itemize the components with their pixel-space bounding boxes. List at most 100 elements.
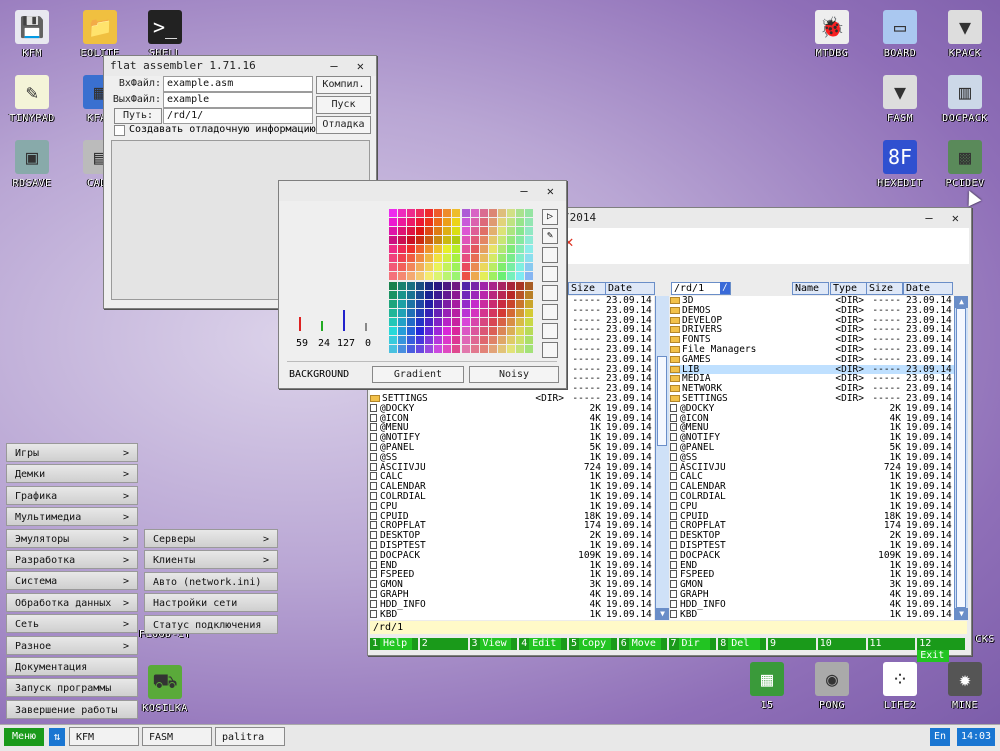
palette-swatch[interactable] — [425, 282, 433, 290]
palette-swatch[interactable] — [443, 254, 451, 262]
palette-swatch[interactable] — [452, 254, 460, 262]
palette-swatch[interactable] — [525, 227, 533, 235]
palette-swatch[interactable] — [498, 227, 506, 235]
fkey-1[interactable]: 1 Help — [370, 638, 418, 650]
palette-swatch[interactable] — [398, 291, 406, 299]
palette-swatch[interactable] — [489, 218, 497, 226]
palette-swatch[interactable] — [471, 245, 479, 253]
palette-swatch[interactable] — [416, 300, 424, 308]
palette-swatch[interactable] — [398, 272, 406, 280]
palette-swatch[interactable] — [480, 336, 488, 344]
palette-swatch[interactable] — [471, 209, 479, 217]
menu-item[interactable]: Демки > — [6, 464, 138, 484]
fkey-9[interactable]: 9 — [768, 638, 816, 650]
palette-swatch[interactable] — [525, 209, 533, 217]
palette-swatch[interactable] — [452, 272, 460, 280]
palette-swatch[interactable] — [443, 300, 451, 308]
palette-swatch[interactable] — [434, 291, 442, 299]
palette-swatch[interactable] — [389, 291, 397, 299]
swap-icon[interactable]: ⇅ — [49, 728, 65, 746]
path-field[interactable]: /rd/1/ — [163, 108, 313, 124]
palette-swatch[interactable] — [462, 291, 470, 299]
palette-swatch[interactable] — [452, 282, 460, 290]
palette-swatch[interactable] — [489, 236, 497, 244]
palette-swatch[interactable] — [407, 272, 415, 280]
palette-swatch[interactable] — [507, 272, 515, 280]
palette-swatch[interactable] — [462, 227, 470, 235]
palette-swatch[interactable] — [434, 300, 442, 308]
palette-swatch[interactable] — [434, 245, 442, 253]
desktop-icon-15[interactable]: ▦ 15 — [737, 662, 797, 711]
fkey-10[interactable]: 10 — [817, 638, 866, 650]
palette-swatch[interactable] — [407, 300, 415, 308]
palette-swatch[interactable] — [416, 263, 424, 271]
palette-swatch[interactable] — [452, 327, 460, 335]
menu-item[interactable]: Разработка > — [6, 550, 138, 569]
tool-slot[interactable] — [542, 304, 558, 320]
palette-swatch[interactable] — [516, 300, 524, 308]
gradient-button[interactable]: Gradient — [372, 366, 464, 383]
menu-item[interactable]: Запуск программы — [6, 678, 138, 698]
palette-swatch[interactable] — [462, 209, 470, 217]
tool-slot[interactable] — [542, 247, 558, 263]
color-palette[interactable] — [389, 209, 535, 355]
palette-swatch[interactable] — [389, 318, 397, 326]
palette-swatch[interactable] — [416, 327, 424, 335]
tool-slot[interactable] — [542, 285, 558, 301]
fkey-11[interactable]: 11 — [867, 638, 916, 650]
palette-swatch[interactable] — [489, 227, 497, 235]
palette-swatch[interactable] — [452, 236, 460, 244]
fasm-titlebar[interactable]: flat assembler 1.71.16 — ✕ — [104, 56, 376, 76]
palette-swatch[interactable] — [489, 291, 497, 299]
palette-swatch[interactable] — [389, 272, 397, 280]
right-date-header[interactable]: Date — [903, 282, 953, 295]
palette-swatch[interactable] — [480, 236, 488, 244]
palette-swatch[interactable] — [498, 300, 506, 308]
palette-swatch[interactable] — [462, 254, 470, 262]
palette-swatch[interactable] — [398, 336, 406, 344]
palette-swatch[interactable] — [480, 218, 488, 226]
menu-item[interactable]: Эмуляторы > — [6, 528, 138, 548]
rgb-sliders[interactable]: 59 24 127 0 — [291, 299, 381, 349]
desktop-icon-kfm[interactable]: 💾 KFM — [2, 10, 62, 59]
palette-swatch[interactable] — [480, 309, 488, 317]
palette-swatch[interactable] — [398, 227, 406, 235]
palette-swatch[interactable] — [525, 272, 533, 280]
palette-swatch[interactable] — [471, 291, 479, 299]
palette-swatch[interactable] — [398, 282, 406, 290]
palette-swatch[interactable] — [416, 309, 424, 317]
palette-swatch[interactable] — [471, 272, 479, 280]
desktop-icon-board[interactable]: ▭ BOARD — [870, 10, 930, 59]
desktop-icon-shell[interactable]: >_ SHELL — [135, 10, 195, 59]
palette-swatch[interactable] — [471, 336, 479, 344]
palette-swatch[interactable] — [462, 272, 470, 280]
palette-swatch[interactable] — [416, 209, 424, 217]
palette-swatch[interactable] — [498, 272, 506, 280]
palette-swatch[interactable] — [434, 272, 442, 280]
right-name-header[interactable]: Name — [792, 282, 829, 295]
slider-red[interactable] — [299, 316, 301, 331]
palette-swatch[interactable] — [462, 336, 470, 344]
palette-swatch[interactable] — [507, 300, 515, 308]
palette-swatch[interactable] — [498, 245, 506, 253]
palette-swatch[interactable] — [425, 291, 433, 299]
palette-swatch[interactable] — [398, 245, 406, 253]
palette-swatch[interactable] — [452, 218, 460, 226]
palette-swatch[interactable] — [443, 218, 451, 226]
palette-swatch[interactable] — [480, 254, 488, 262]
desktop-icon-hexedit[interactable]: 8F HEXEDIT — [870, 140, 930, 189]
palette-swatch[interactable] — [516, 245, 524, 253]
palette-swatch[interactable] — [525, 218, 533, 226]
palette-swatch[interactable] — [452, 336, 460, 344]
palette-swatch[interactable] — [407, 263, 415, 271]
palette-swatch[interactable] — [507, 336, 515, 344]
desktop-icon-pcidev[interactable]: ▩ PCIDEV — [935, 140, 995, 189]
palette-swatch[interactable] — [516, 336, 524, 344]
palette-swatch[interactable] — [398, 209, 406, 217]
palette-swatch[interactable] — [398, 236, 406, 244]
menu-button[interactable]: Меню — [4, 728, 44, 746]
palette-swatch[interactable] — [452, 309, 460, 317]
out-file-field[interactable]: example — [163, 92, 313, 108]
palette-swatch[interactable] — [462, 282, 470, 290]
palette-swatch[interactable] — [507, 282, 515, 290]
